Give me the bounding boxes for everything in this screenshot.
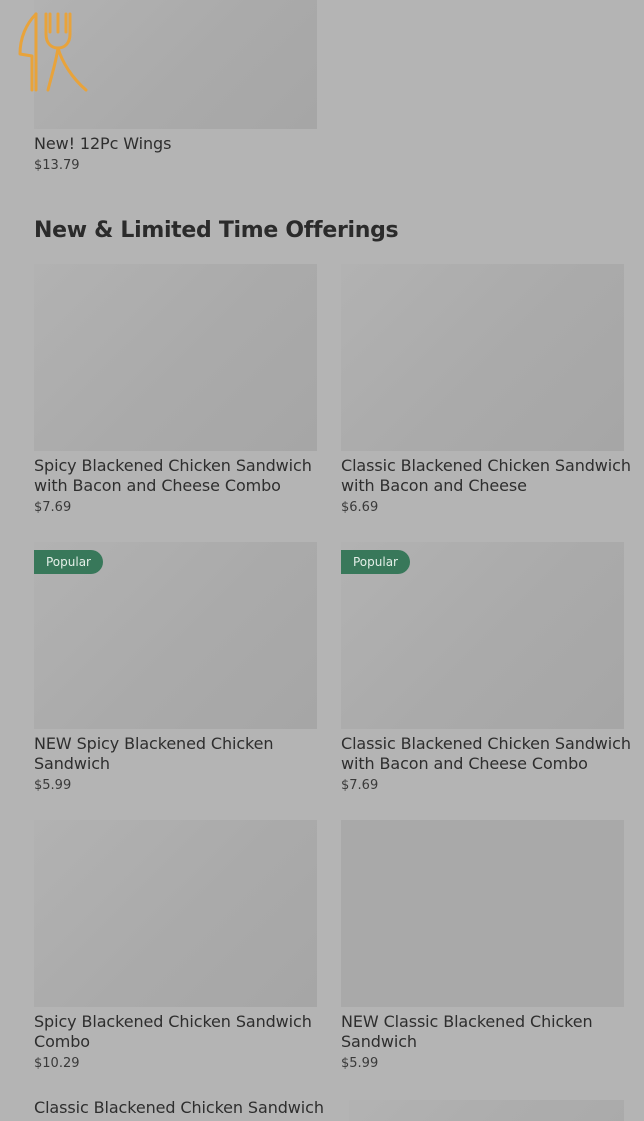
popular-badge: Popular bbox=[341, 550, 410, 574]
featured-item-name[interactable]: New! 12Pc Wings bbox=[34, 134, 171, 154]
item-name[interactable]: Spicy Blackened Chicken Sandwich Combo bbox=[34, 1012, 324, 1052]
item-price: $5.99 bbox=[341, 1056, 379, 1071]
item-name[interactable]: Classic Blackened Chicken Sandwich bbox=[34, 1098, 334, 1118]
item-image[interactable] bbox=[34, 820, 317, 1007]
item-image[interactable] bbox=[341, 820, 624, 1007]
item-price: $7.69 bbox=[34, 500, 72, 515]
popular-badge: Popular bbox=[34, 550, 103, 574]
item-image[interactable] bbox=[349, 1100, 624, 1121]
fork-knife-icon bbox=[18, 12, 88, 92]
item-name[interactable]: NEW Spicy Blackened Chicken Sandwich bbox=[34, 734, 324, 774]
item-price: $5.99 bbox=[34, 778, 72, 793]
item-price: $10.29 bbox=[34, 1056, 80, 1071]
featured-item-price: $13.79 bbox=[34, 158, 80, 173]
item-image[interactable] bbox=[34, 264, 317, 451]
item-name[interactable]: Classic Blackened Chicken Sandwich with B… bbox=[341, 456, 641, 496]
menu-page: New! 12Pc Wings $13.79 New & Limited Tim… bbox=[0, 0, 644, 1121]
item-price: $6.69 bbox=[341, 500, 379, 515]
section-title: New & Limited Time Offerings bbox=[34, 218, 399, 243]
item-price: $7.69 bbox=[341, 778, 379, 793]
item-name[interactable]: Spicy Blackened Chicken Sandwich with Bac… bbox=[34, 456, 324, 496]
restaurant-logo bbox=[16, 10, 90, 94]
item-name[interactable]: Classic Blackened Chicken Sandwich with B… bbox=[341, 734, 641, 774]
item-image[interactable] bbox=[341, 264, 624, 451]
item-name[interactable]: NEW Classic Blackened Chicken Sandwich bbox=[341, 1012, 641, 1052]
